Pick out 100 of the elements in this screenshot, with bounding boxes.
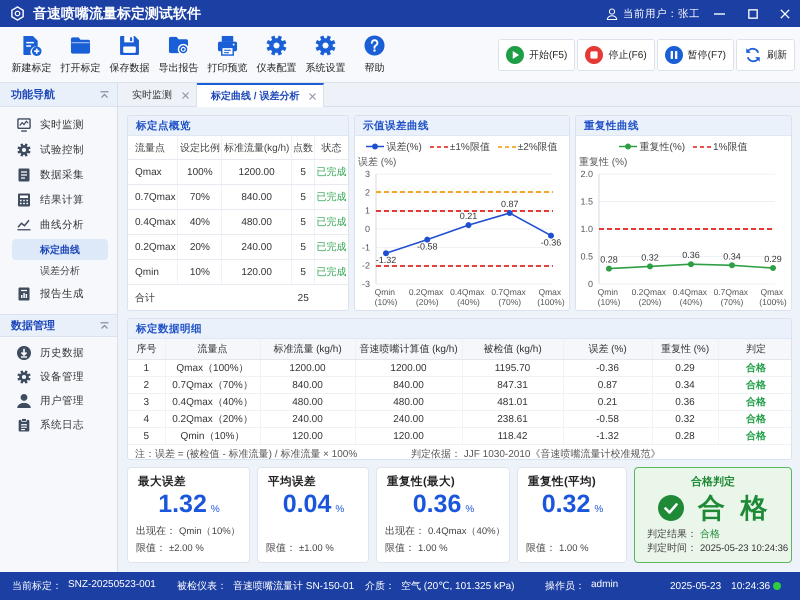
column-header: 状态: [314, 136, 348, 160]
table-cell: 5: [128, 428, 165, 444]
panel-title: 示值误差曲线: [355, 116, 569, 136]
play-icon[interactable]: [506, 46, 524, 64]
refresh-icon[interactable]: [744, 46, 762, 64]
nav-item[interactable]: 用户管理: [0, 389, 117, 413]
refresh-button[interactable]: 刷新: [736, 38, 795, 70]
table-cell: 1200.00: [260, 360, 355, 376]
pause-icon[interactable]: [664, 46, 683, 64]
column-header: 点数: [292, 136, 315, 160]
toolbar-button[interactable]: 导出报告: [154, 30, 203, 80]
download-icon[interactable]: [17, 346, 31, 360]
document-icon[interactable]: [17, 168, 31, 182]
nav-item[interactable]: 结果计算: [0, 187, 117, 212]
printer-icon[interactable]: [217, 34, 238, 56]
nav-item[interactable]: 数据采集: [0, 162, 117, 187]
column-header: 标准流量(kg/h): [222, 136, 292, 160]
status-value: 音速喷嘴流量计 SN-150-01: [233, 580, 354, 593]
data-label: 0.36: [682, 250, 700, 260]
clipboard-icon[interactable]: [17, 418, 31, 432]
calculator-icon[interactable]: [17, 192, 31, 206]
detail-label: 判定结果：: [647, 528, 697, 542]
toolbar-button[interactable]: 新建标定: [7, 30, 56, 80]
column-header: 标准流量 (kg/h): [260, 339, 355, 360]
nav-subitem[interactable]: 标定曲线: [12, 239, 108, 260]
category-label: Qmin (10%): [374, 287, 398, 307]
table-cell: Qmax（100%）: [165, 360, 260, 376]
nav-item[interactable]: 报告生成: [0, 281, 117, 306]
axis-tick-label: -2: [362, 260, 370, 271]
gear-icon[interactable]: [266, 34, 287, 56]
status-label: 介质：: [365, 580, 395, 593]
table-cell: 0.36: [652, 394, 718, 410]
tab[interactable]: 标定曲线 / 误差分析: [197, 83, 324, 107]
table-cell: 0.4Qmax: [128, 210, 178, 234]
column-header: 重复性 (%): [652, 339, 718, 360]
table-cell: 0.7Qmax（70%）: [165, 376, 260, 394]
detail-label: 判定时间：: [647, 542, 697, 556]
pause-button[interactable]: 暂停(F7): [656, 38, 734, 70]
table-cell: 5: [292, 234, 315, 260]
status-cell: 已完成: [314, 160, 348, 184]
start-button[interactable]: 开始(F5): [498, 38, 576, 70]
stat-value: 0.04: [282, 489, 332, 519]
gear-icon[interactable]: [17, 142, 31, 156]
axis-title: 重复性 (%): [579, 157, 628, 168]
help-icon[interactable]: [364, 34, 385, 56]
table-cell: 120.00: [355, 428, 462, 444]
nav-item[interactable]: 系统日志: [0, 413, 117, 437]
data-point: [466, 222, 472, 228]
save-icon[interactable]: [119, 34, 140, 56]
report-icon[interactable]: [17, 286, 31, 300]
nav-item[interactable]: 实时监测: [0, 112, 117, 137]
collapse-icon[interactable]: [100, 322, 109, 330]
table-cell: 120.00: [260, 428, 355, 444]
status-label: 操作员：: [545, 580, 585, 593]
nav-item[interactable]: 试验控制: [0, 137, 117, 162]
detail-value: 2025-05-23 10:24:36: [700, 542, 788, 556]
table-cell: 840.00: [260, 376, 355, 394]
toolbar-button[interactable]: 系统设置: [301, 30, 350, 80]
table-cell: -0.58: [563, 410, 652, 428]
toolbar-button[interactable]: 打印预览: [203, 30, 252, 80]
monitor-chart-icon[interactable]: [17, 118, 31, 132]
nav-item[interactable]: 历史数据: [0, 341, 117, 365]
toolbar-button[interactable]: 保存数据: [105, 30, 154, 80]
data-point: [606, 266, 612, 272]
nav-item[interactable]: 设备管理: [0, 365, 117, 389]
formula-note: 注：误差 = (被检值 - 标准流量) / 标准流量 × 100%: [135, 448, 358, 459]
legend-label: 重复性(%): [639, 140, 686, 154]
stop-button[interactable]: 停止(F6): [577, 38, 655, 70]
table-cell: 1200.00: [355, 360, 462, 376]
gear-icon[interactable]: [315, 34, 336, 56]
legend-label: ±1%限值: [450, 140, 490, 154]
folder-badge-icon[interactable]: [168, 34, 189, 56]
section-header[interactable]: 数据管理: [0, 314, 117, 337]
detail-value: 1.00 %: [418, 542, 448, 556]
collapse-icon[interactable]: [100, 90, 109, 98]
toolbar-button[interactable]: 帮助: [350, 30, 399, 80]
verdict-cell: 合格: [718, 360, 791, 376]
table-cell: 0.2Qmax（20%）: [165, 410, 260, 428]
category-label: 0.4Qmax (40%): [450, 287, 485, 307]
line-chart-icon[interactable]: [17, 218, 31, 232]
user-icon[interactable]: [17, 394, 31, 408]
table-cell: 10%: [178, 260, 222, 284]
toolbar-button[interactable]: 仪表配置: [252, 30, 301, 80]
current-user: 当前用户：张工: [623, 6, 700, 20]
toolbar-button[interactable]: 打开标定: [56, 30, 105, 80]
table-cell: 0.2Qmax: [128, 234, 178, 260]
stat-title: 最大误差: [138, 475, 186, 489]
stop-icon[interactable]: [585, 46, 604, 64]
app-title: 音速喷嘴流量标定测试软件: [33, 4, 201, 22]
category-label: 0.2Qmax (20%): [632, 287, 666, 307]
stat-value: 0.32: [542, 489, 590, 519]
table-cell: 0.28: [652, 428, 718, 444]
folder-icon[interactable]: [70, 34, 91, 56]
nav-subitem[interactable]: 误差分析: [12, 260, 108, 281]
nav-item[interactable]: 曲线分析: [0, 212, 117, 237]
data-point: [688, 261, 694, 268]
document-plus-icon[interactable]: [21, 34, 42, 56]
gear-icon[interactable]: [17, 370, 31, 384]
legend-label: 误差(%): [386, 140, 422, 154]
section-header[interactable]: 功能导航: [0, 83, 117, 107]
